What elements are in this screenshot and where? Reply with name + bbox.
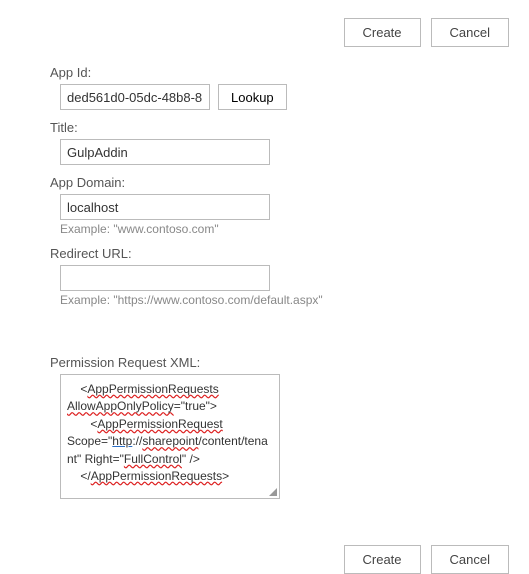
xml-allow-attr: AllowAppOnlyPolicy: [67, 399, 174, 413]
permission-xml-label: Permission Request XML:: [50, 355, 499, 370]
xml-close-tag: AppPermissionRequests: [91, 469, 222, 483]
xml-request-tag: AppPermissionRequest: [97, 417, 222, 431]
form: App Id: Lookup Title: App Domain: Exampl…: [50, 65, 499, 499]
top-button-row: Create Cancel: [10, 18, 519, 47]
app-domain-input[interactable]: [60, 194, 270, 220]
xml-fullcontrol: FullControl: [124, 452, 182, 466]
app-id-input[interactable]: [60, 84, 210, 110]
app-id-label: App Id:: [50, 65, 499, 80]
app-domain-example: Example: "www.contoso.com": [60, 222, 499, 236]
cancel-button-bottom[interactable]: Cancel: [431, 545, 509, 574]
lookup-button[interactable]: Lookup: [218, 84, 287, 110]
xml-scope-sharepoint: sharepoint: [142, 434, 198, 448]
title-label: Title:: [50, 120, 499, 135]
app-domain-label: App Domain:: [50, 175, 499, 190]
redirect-url-example: Example: "https://www.contoso.com/defaul…: [60, 293, 499, 307]
resize-handle-icon[interactable]: [269, 488, 277, 496]
create-button[interactable]: Create: [344, 18, 421, 47]
xml-open-tag: AppPermissionRequests: [87, 382, 218, 396]
redirect-url-label: Redirect URL:: [50, 246, 499, 261]
xml-scope-http: http: [112, 434, 132, 448]
title-input[interactable]: [60, 139, 270, 165]
create-button-bottom[interactable]: Create: [344, 545, 421, 574]
redirect-url-input[interactable]: [60, 265, 270, 291]
permission-xml-textarea[interactable]: <AppPermissionRequests AllowAppOnlyPolic…: [60, 374, 280, 499]
bottom-button-row: Create Cancel: [10, 545, 519, 574]
cancel-button[interactable]: Cancel: [431, 18, 509, 47]
